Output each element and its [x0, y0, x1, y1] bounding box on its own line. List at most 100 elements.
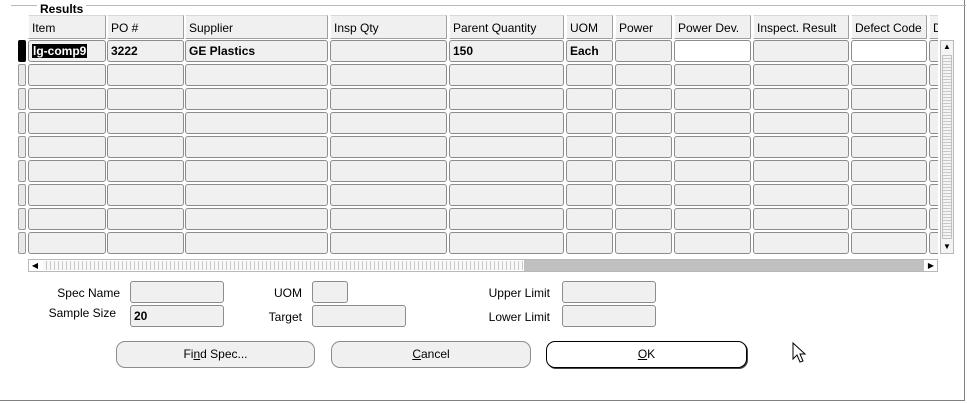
- insp-qty-cell[interactable]: [330, 136, 447, 158]
- d-cell[interactable]: [929, 208, 938, 230]
- power-dev-cell[interactable]: [674, 64, 751, 86]
- column-header-item[interactable]: Item: [28, 15, 106, 39]
- uom-cell[interactable]: [566, 184, 613, 206]
- power-cell[interactable]: [615, 208, 672, 230]
- uom-cell[interactable]: Each: [566, 40, 613, 62]
- parent-qty-cell[interactable]: [449, 136, 564, 158]
- d-cell[interactable]: [929, 160, 938, 182]
- po-cell[interactable]: [107, 112, 184, 134]
- power-dev-cell[interactable]: [674, 112, 751, 134]
- power-cell[interactable]: [615, 184, 672, 206]
- current-record-indicator[interactable]: [18, 40, 26, 62]
- item-cell[interactable]: [28, 160, 106, 182]
- insp-qty-cell[interactable]: [330, 88, 447, 110]
- parent-qty-cell[interactable]: [449, 88, 564, 110]
- record-indicator[interactable]: [18, 136, 26, 158]
- item-cell[interactable]: lg-comp9: [28, 40, 106, 62]
- cancel-button[interactable]: Cancel: [331, 341, 531, 368]
- column-header-po[interactable]: PO #: [107, 15, 184, 39]
- item-cell[interactable]: [28, 112, 106, 134]
- defect-code-cell[interactable]: [851, 112, 927, 134]
- uom-cell[interactable]: [566, 112, 613, 134]
- ok-button[interactable]: OK: [546, 341, 747, 368]
- record-indicator[interactable]: [18, 232, 26, 254]
- item-cell[interactable]: [28, 232, 106, 254]
- inspect-result-cell[interactable]: [753, 64, 849, 86]
- parent-qty-cell[interactable]: [449, 208, 564, 230]
- power-cell[interactable]: [615, 160, 672, 182]
- uom-cell[interactable]: [566, 88, 613, 110]
- power-cell[interactable]: [615, 40, 672, 62]
- spec-name-field[interactable]: [130, 281, 224, 303]
- power-cell[interactable]: [615, 112, 672, 134]
- upper-limit-field[interactable]: [562, 281, 656, 303]
- record-indicator[interactable]: [18, 112, 26, 134]
- supplier-cell[interactable]: [185, 136, 328, 158]
- parent-qty-cell[interactable]: 150: [449, 40, 564, 62]
- supplier-cell[interactable]: GE Plastics: [185, 40, 328, 62]
- insp-qty-cell[interactable]: [330, 112, 447, 134]
- d-cell[interactable]: [929, 184, 938, 206]
- insp-qty-cell[interactable]: [330, 160, 447, 182]
- po-cell[interactable]: [107, 232, 184, 254]
- power-dev-cell[interactable]: [674, 136, 751, 158]
- power-dev-cell[interactable]: [674, 232, 751, 254]
- parent-qty-cell[interactable]: [449, 64, 564, 86]
- inspect-result-cell[interactable]: [753, 136, 849, 158]
- vertical-scrollbar[interactable]: ▲ ▼: [940, 40, 954, 254]
- item-cell[interactable]: [28, 136, 106, 158]
- scroll-down-arrow-icon[interactable]: ▼: [941, 241, 953, 253]
- column-header-supplier[interactable]: Supplier: [185, 15, 328, 39]
- defect-code-cell[interactable]: [851, 208, 927, 230]
- horizontal-scroll-track[interactable]: [524, 260, 924, 271]
- defect-code-cell[interactable]: [851, 40, 927, 62]
- power-dev-cell[interactable]: [674, 184, 751, 206]
- scroll-right-arrow-icon[interactable]: ▶: [925, 260, 937, 271]
- vertical-scroll-thumb[interactable]: [942, 55, 952, 239]
- insp-qty-cell[interactable]: [330, 208, 447, 230]
- parent-qty-cell[interactable]: [449, 184, 564, 206]
- po-cell[interactable]: [107, 208, 184, 230]
- defect-code-cell[interactable]: [851, 88, 927, 110]
- d-cell[interactable]: [929, 112, 938, 134]
- parent-qty-cell[interactable]: [449, 232, 564, 254]
- column-header-d[interactable]: D: [929, 15, 938, 39]
- supplier-cell[interactable]: [185, 64, 328, 86]
- defect-code-cell[interactable]: [851, 184, 927, 206]
- defect-code-cell[interactable]: [851, 160, 927, 182]
- uom-cell[interactable]: [566, 232, 613, 254]
- column-header-insp-qty[interactable]: Insp Qty: [330, 15, 447, 39]
- defect-code-cell[interactable]: [851, 64, 927, 86]
- d-cell[interactable]: [929, 40, 938, 62]
- item-cell[interactable]: [28, 208, 106, 230]
- supplier-cell[interactable]: [185, 184, 328, 206]
- power-dev-cell[interactable]: [674, 208, 751, 230]
- insp-qty-cell[interactable]: [330, 64, 447, 86]
- horizontal-scroll-thumb[interactable]: [43, 261, 523, 270]
- column-header-inspect-result[interactable]: Inspect. Result: [753, 15, 849, 39]
- record-indicator[interactable]: [18, 88, 26, 110]
- item-cell[interactable]: [28, 64, 106, 86]
- record-indicator[interactable]: [18, 160, 26, 182]
- record-indicator[interactable]: [18, 208, 26, 230]
- supplier-cell[interactable]: [185, 88, 328, 110]
- inspect-result-cell[interactable]: [753, 40, 849, 62]
- parent-qty-cell[interactable]: [449, 160, 564, 182]
- inspect-result-cell[interactable]: [753, 112, 849, 134]
- scroll-left-arrow-icon[interactable]: ◀: [29, 260, 41, 271]
- po-cell[interactable]: [107, 160, 184, 182]
- po-cell[interactable]: [107, 64, 184, 86]
- po-cell[interactable]: [107, 136, 184, 158]
- record-indicator[interactable]: [18, 184, 26, 206]
- item-cell[interactable]: [28, 184, 106, 206]
- parent-qty-cell[interactable]: [449, 112, 564, 134]
- record-indicator[interactable]: [18, 64, 26, 86]
- power-dev-cell[interactable]: [674, 88, 751, 110]
- column-header-parent-qty[interactable]: Parent Quantity: [449, 15, 564, 39]
- lower-limit-field[interactable]: [562, 305, 656, 327]
- power-cell[interactable]: [615, 88, 672, 110]
- insp-qty-cell[interactable]: [330, 232, 447, 254]
- horizontal-scrollbar[interactable]: ◀ ▶: [28, 259, 938, 272]
- column-header-defect-code[interactable]: Defect Code: [851, 15, 927, 39]
- defect-code-cell[interactable]: [851, 232, 927, 254]
